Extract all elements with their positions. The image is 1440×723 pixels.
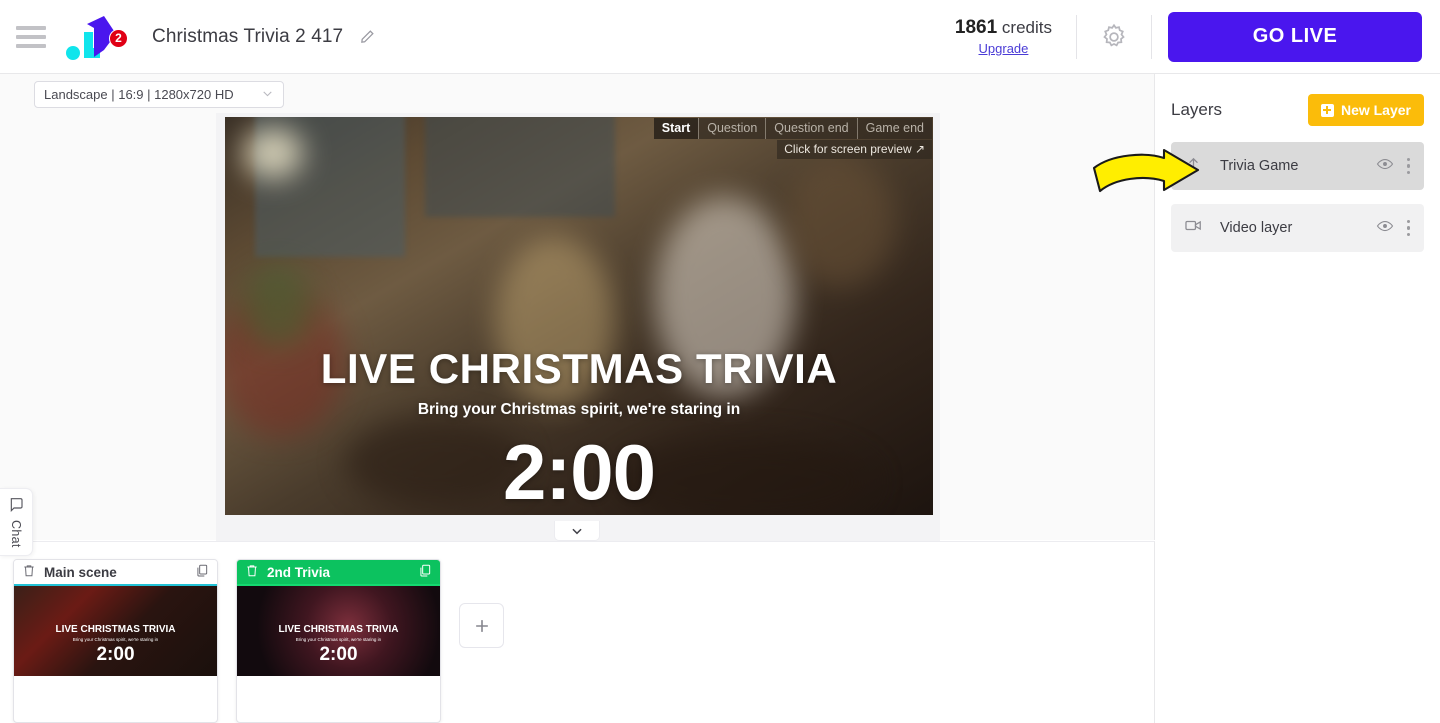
thumb-title: LIVE CHRISTMAS TRIVIA — [55, 624, 176, 635]
copy-icon[interactable] — [195, 563, 209, 581]
scene-card-main[interactable]: Main scene LIVE CHRISTMAS TRIVIA Bring y… — [13, 559, 218, 723]
thumb-timer: 2:00 — [319, 644, 358, 665]
top-bar: 2 Christmas Trivia 2 417 1861 credits Up… — [0, 0, 1440, 74]
upgrade-link[interactable]: Upgrade — [955, 41, 1052, 56]
layers-header: Layers New Layer — [1171, 92, 1424, 128]
layer-name: Video layer — [1220, 220, 1293, 236]
scene-name: 2nd Trivia — [267, 564, 331, 580]
video-camera-icon — [1184, 216, 1203, 240]
pencil-icon[interactable] — [359, 28, 376, 45]
layer-row-actions — [1376, 155, 1414, 178]
canvas-frame: Start Question Question end Game end Cli… — [216, 113, 940, 555]
settings-button[interactable] — [1077, 22, 1151, 52]
layer-row-trivia-game[interactable]: Trivia Game — [1171, 142, 1424, 190]
scene-thumbnail[interactable]: LIVE CHRISTMAS TRIVIA Bring your Christm… — [237, 586, 440, 676]
credits-box: 1861 credits Upgrade — [945, 17, 1076, 56]
gear-icon — [1103, 23, 1125, 47]
chat-tab-label: Chat — [9, 520, 23, 548]
topbar-right: 1861 credits Upgrade GO LIVE — [945, 0, 1440, 73]
scene-thumbnail[interactable]: LIVE CHRISTMAS TRIVIA Bring your Christm… — [14, 586, 217, 676]
credits-label: credits — [1001, 18, 1052, 37]
kebab-menu-icon[interactable] — [1404, 156, 1414, 177]
scene-decoration — [785, 157, 895, 287]
thumb-title: LIVE CHRISTMAS TRIVIA — [278, 624, 399, 635]
notification-badge: 2 — [109, 28, 128, 48]
layer-row-actions — [1376, 217, 1414, 240]
page-title: Christmas Trivia 2 417 — [152, 26, 376, 48]
credits-value: 1861 — [954, 17, 998, 38]
kebab-menu-icon[interactable] — [1404, 218, 1414, 239]
brand-logo[interactable]: 2 — [64, 14, 128, 60]
game-layer-icon — [1184, 154, 1203, 178]
segment-tab-start[interactable]: Start — [653, 118, 699, 139]
scene-decoration — [425, 117, 615, 217]
aspect-ratio-value: Landscape | 16:9 | 1280x720 HD — [44, 87, 234, 102]
chat-bubble-icon — [8, 496, 24, 517]
overlay-subtitle: Bring your Christmas spirit, we're stari… — [417, 401, 741, 418]
eye-icon[interactable] — [1376, 155, 1394, 178]
plus-icon — [475, 619, 488, 632]
segment-tab-question-end[interactable]: Question end — [765, 118, 857, 139]
credits-line: 1861 credits — [955, 17, 1052, 39]
layers-title: Layers — [1171, 100, 1223, 119]
layers-panel: Layers New Layer Trivia Game Video layer — [1155, 74, 1440, 723]
collapse-preview-button[interactable] — [554, 521, 600, 541]
scene-decoration — [243, 267, 313, 347]
new-layer-label: New Layer — [1340, 102, 1411, 118]
thumb-timer: 2:00 — [96, 644, 135, 665]
chevron-down-icon — [261, 87, 274, 103]
divider — [1151, 14, 1152, 59]
trash-icon[interactable] — [22, 563, 36, 581]
layer-name: Trivia Game — [1220, 158, 1299, 174]
chat-tab[interactable]: Chat — [0, 488, 33, 556]
plus-square-icon — [1320, 103, 1334, 117]
thumb-subtitle: Bring your Christmas spirit, we're stari… — [295, 637, 382, 642]
eye-icon[interactable] — [1376, 217, 1394, 240]
aspect-ratio-select[interactable]: Landscape | 16:9 | 1280x720 HD — [34, 81, 284, 108]
layer-row-video-layer[interactable]: Video layer — [1171, 204, 1424, 252]
thumb-subtitle: Bring your Christmas spirit, we're stari… — [72, 637, 159, 642]
overlay-title: LIVE CHRISTMAS TRIVIA — [320, 345, 838, 392]
segment-tab-question[interactable]: Question — [698, 118, 766, 139]
hamburger-icon[interactable] — [16, 25, 46, 48]
overlay-timer: 2:00 — [502, 428, 656, 515]
new-layer-button[interactable]: New Layer — [1307, 94, 1424, 126]
scenes-strip: Main scene LIVE CHRISTMAS TRIVIA Bring y… — [0, 541, 1155, 723]
scene-header: Main scene — [14, 560, 217, 586]
trash-icon[interactable] — [245, 563, 259, 581]
scene-segment-tabs: Start Question Question end Game end — [653, 118, 932, 139]
stage-area: Landscape | 16:9 | 1280x720 HD Start Que… — [0, 74, 1155, 556]
scene-name: Main scene — [44, 564, 117, 580]
copy-icon[interactable] — [418, 563, 432, 581]
segment-tab-game-end[interactable]: Game end — [856, 118, 932, 139]
add-scene-button[interactable] — [459, 603, 504, 648]
project-title-text: Christmas Trivia 2 417 — [152, 25, 344, 47]
go-live-button[interactable]: GO LIVE — [1168, 11, 1422, 62]
screen-preview-hint[interactable]: Click for screen preview ↗ — [777, 140, 932, 159]
scene-card-2nd-trivia[interactable]: 2nd Trivia LIVE CHRISTMAS TRIVIA Bring y… — [236, 559, 441, 723]
chevron-down-icon — [572, 528, 582, 534]
scene-header: 2nd Trivia — [237, 560, 440, 586]
video-preview-canvas[interactable]: Start Question Question end Game end Cli… — [225, 117, 933, 515]
scene-decoration — [243, 127, 303, 179]
